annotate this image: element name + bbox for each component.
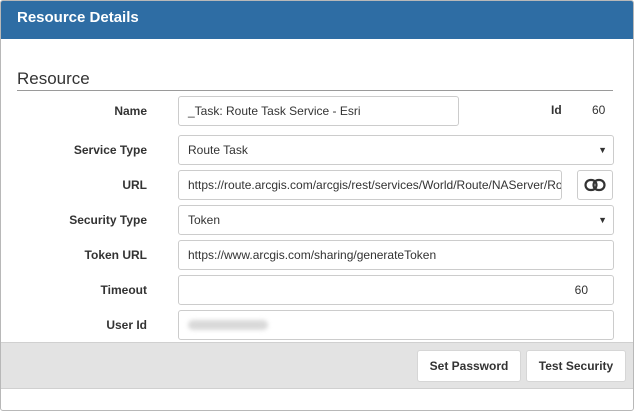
name-label: Name: [114, 104, 147, 118]
url-label: URL: [122, 178, 147, 192]
test-url-button[interactable]: [577, 170, 613, 200]
link-icon: [584, 178, 606, 192]
url-input[interactable]: https://route.arcgis.com/arcgis/rest/ser…: [178, 170, 562, 200]
user-id-input[interactable]: [178, 310, 614, 340]
user-id-label: User Id: [106, 318, 147, 332]
name-input[interactable]: _Task: Route Task Service - Esri: [178, 96, 459, 126]
security-type-label: Security Type: [69, 213, 147, 227]
id-value: 60: [592, 103, 606, 117]
caret-down-icon: ▼: [598, 145, 607, 155]
service-type-label: Service Type: [73, 143, 147, 157]
timeout-label: Timeout: [100, 283, 147, 297]
security-type-select[interactable]: Token ▼: [178, 205, 614, 235]
caret-down-icon: ▼: [598, 215, 607, 225]
set-password-button[interactable]: Set Password: [417, 350, 521, 382]
resource-details-dialog: Resource Details Resource Name _Task: Ro…: [0, 0, 634, 411]
test-security-button[interactable]: Test Security: [526, 350, 626, 382]
service-type-value: Route Task: [188, 143, 248, 157]
section-divider: [17, 90, 613, 91]
token-url-input[interactable]: https://www.arcgis.com/sharing/generateT…: [178, 240, 614, 270]
id-label: Id: [551, 103, 562, 117]
timeout-input[interactable]: 60: [178, 275, 614, 305]
dialog-title: Resource Details: [1, 1, 633, 39]
redacted-user-id: [188, 320, 268, 330]
security-type-value: Token: [188, 213, 221, 227]
section-title: Resource: [17, 69, 90, 88]
service-type-select[interactable]: Route Task ▼: [178, 135, 614, 165]
token-url-label: Token URL: [84, 248, 147, 262]
